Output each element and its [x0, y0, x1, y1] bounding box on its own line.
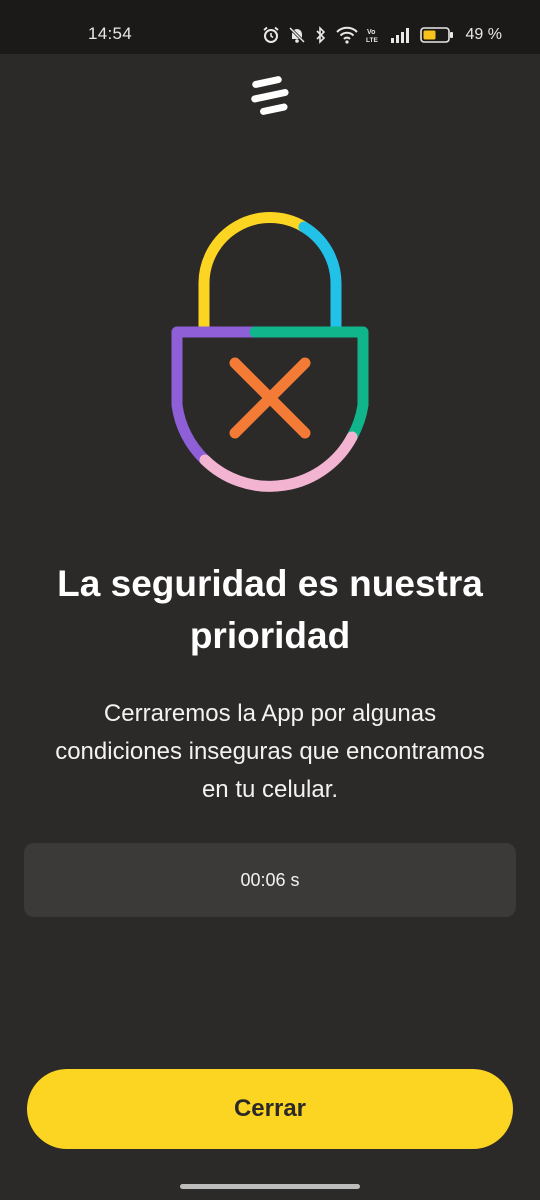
lock-body-purple: [171, 326, 261, 466]
status-icons: Vo LTE 49 %: [262, 24, 502, 46]
status-bar: 14:54 Vo LTE 49 %: [0, 0, 540, 54]
bell-off-icon: [288, 26, 305, 44]
volte-icon: Vo LTE: [366, 29, 378, 44]
lock-shackle-cyan: [298, 221, 342, 334]
svg-text:Vo: Vo: [367, 29, 375, 36]
close-button-label: Cerrar: [233, 1095, 307, 1122]
lock-body-pink: [199, 431, 358, 492]
close-button[interactable]: Cerrar: [27, 1069, 513, 1149]
padlock-x-icon: [171, 212, 369, 492]
battery-percent: 49 %: [465, 26, 502, 43]
status-time: 14:54: [88, 24, 133, 43]
bluetooth-icon: [315, 26, 325, 44]
timer-text: 00:06 s: [240, 869, 300, 890]
brand-logo-icon: [251, 76, 289, 115]
page-description: Cerraremos la App por algunas condicione…: [55, 700, 485, 803]
lock-shackle-yellow: [198, 212, 310, 334]
home-indicator[interactable]: [180, 1184, 360, 1189]
battery-icon: [419, 27, 453, 43]
signal-icon: [390, 28, 409, 43]
page-title: La seguridad es nuestra prioridad: [57, 563, 483, 656]
countdown-timer: 00:06 s: [24, 843, 516, 917]
lock-body-green: [249, 326, 369, 443]
x-mark: [229, 357, 311, 439]
svg-text:LTE: LTE: [366, 37, 378, 44]
wifi-icon: [335, 26, 358, 44]
alarm-icon: [262, 26, 279, 43]
